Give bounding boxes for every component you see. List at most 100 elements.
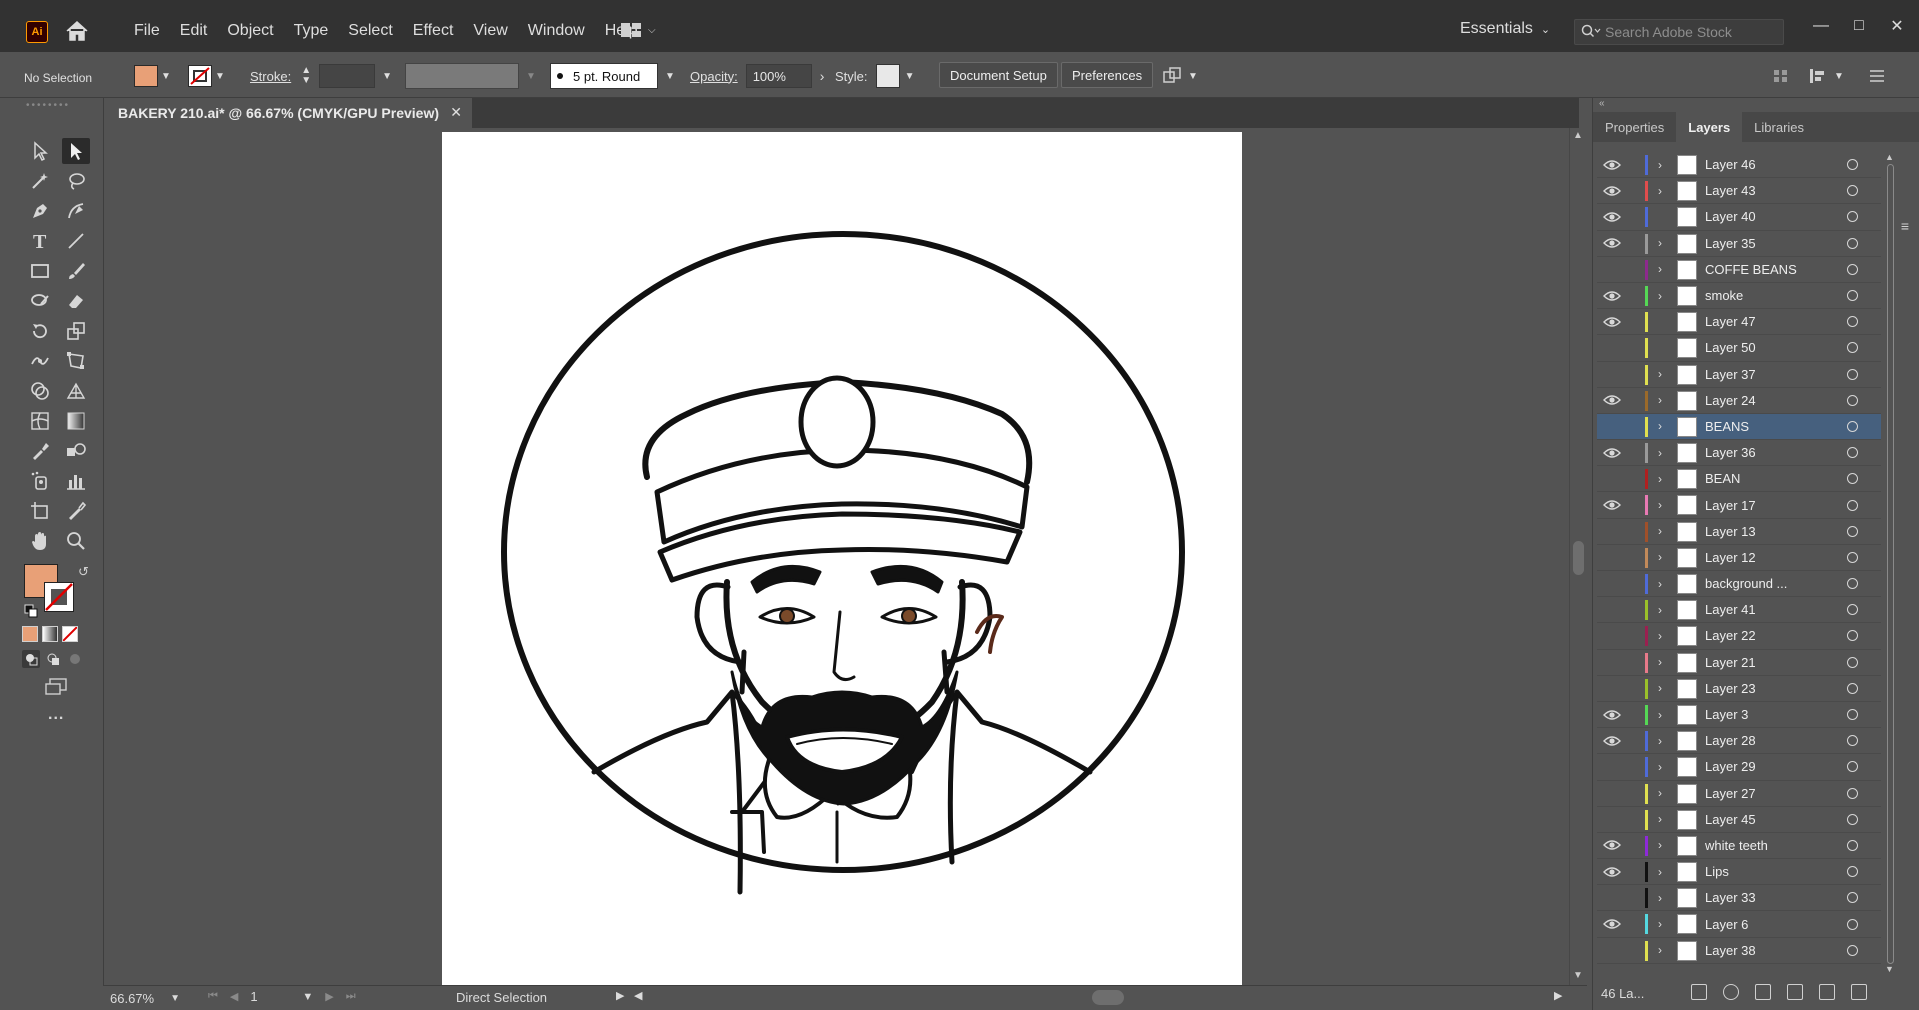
visibility-toggle[interactable] (1603, 630, 1621, 642)
eye-icon[interactable] (1603, 290, 1621, 302)
swap-fill-stroke-icon[interactable]: ↺ (78, 564, 92, 579)
layer-name[interactable]: BEAN (1705, 471, 1740, 486)
artboard-number[interactable]: 1 (250, 989, 290, 1004)
chevron-right-icon[interactable]: › (1658, 786, 1662, 800)
layer-name[interactable]: Layer 36 (1705, 445, 1756, 460)
eye-icon[interactable] (1603, 316, 1621, 328)
layer-row[interactable]: › Layer 37 (1597, 362, 1881, 388)
layer-row[interactable]: Layer 40 (1597, 204, 1881, 231)
scroll-left-icon[interactable]: ◀ (634, 989, 642, 1002)
chevron-right-icon[interactable]: › (1658, 236, 1662, 250)
pen-tool-icon[interactable] (26, 198, 54, 224)
column-graph-tool-icon[interactable] (62, 468, 90, 494)
variable-width-profile[interactable]: ▼ (405, 63, 539, 89)
chevron-right-icon[interactable]: › (1658, 917, 1662, 931)
blend-tool-icon[interactable] (62, 438, 90, 464)
menu-select[interactable]: Select (338, 20, 402, 42)
draw-normal-icon[interactable] (22, 650, 40, 668)
chevron-right-icon[interactable]: › (1658, 419, 1662, 433)
shaper-tool-icon[interactable] (26, 288, 54, 314)
chevron-right-icon[interactable]: › (1658, 891, 1662, 905)
layer-row[interactable]: › Layer 22 (1597, 623, 1881, 650)
brush-definition[interactable]: 5 pt. Round ▼ (550, 63, 678, 89)
previous-artboard-icon[interactable]: ◀ (230, 990, 238, 1003)
arrange-icon[interactable]: ▼ (1162, 64, 1198, 88)
align-icon[interactable] (1772, 64, 1790, 88)
layer-row[interactable]: › smoke (1597, 283, 1881, 310)
home-icon[interactable] (64, 20, 90, 42)
layer-target-icon[interactable] (1847, 394, 1858, 406)
layer-target-icon[interactable] (1847, 237, 1858, 249)
scroll-up-icon[interactable]: ▲ (1573, 130, 1583, 141)
layer-target-icon[interactable] (1847, 185, 1858, 197)
fill-control[interactable]: ▼ (134, 64, 174, 88)
layer-name[interactable]: Layer 12 (1705, 550, 1756, 565)
draw-inside-icon[interactable] (66, 650, 84, 668)
selection-tool-icon[interactable] (26, 138, 54, 164)
tab-properties[interactable]: Properties (1593, 112, 1676, 142)
scroll-down-icon[interactable]: ▼ (1573, 970, 1583, 981)
layer-name[interactable]: Layer 17 (1705, 498, 1756, 513)
preferences-button[interactable]: Preferences (1061, 62, 1154, 88)
new-sublayer-icon[interactable] (1787, 984, 1803, 1000)
rotate-tool-icon[interactable] (26, 318, 54, 344)
layer-target-icon[interactable] (1847, 866, 1858, 878)
next-artboard-icon[interactable]: ▶ (325, 990, 333, 1003)
export-icon[interactable] (1691, 984, 1707, 1000)
layer-row[interactable]: › BEANS (1597, 413, 1881, 441)
layer-row[interactable]: › Layer 43 (1597, 178, 1881, 205)
chevron-down-icon[interactable]: ▼ (662, 65, 678, 87)
layer-target-icon[interactable] (1847, 604, 1858, 616)
layer-target-icon[interactable] (1847, 735, 1858, 747)
artboard[interactable] (442, 132, 1242, 985)
visibility-toggle[interactable] (1603, 761, 1621, 773)
opacity-control[interactable]: Opacity: 100% › (690, 64, 824, 88)
opacity-field[interactable]: 100% (745, 64, 812, 88)
layer-row[interactable]: › white teeth (1597, 833, 1881, 860)
shape-builder-tool-icon[interactable] (26, 378, 54, 404)
style-swatch[interactable] (875, 64, 900, 88)
chevron-down-icon[interactable]: ▼ (158, 65, 174, 87)
chevron-right-icon[interactable]: › (1658, 708, 1662, 722)
layer-name[interactable]: Layer 27 (1705, 786, 1756, 801)
stroke-weight-control[interactable]: Stroke: ▲ ▼ ▼ (250, 64, 395, 88)
eye-icon[interactable] (1603, 447, 1621, 459)
layer-row[interactable]: › Layer 28 (1597, 728, 1881, 755)
line-segment-tool-icon[interactable] (62, 228, 90, 254)
layer-row[interactable]: › BEAN (1597, 466, 1881, 493)
layer-name[interactable]: Layer 6 (1705, 917, 1748, 932)
screen-mode-icon[interactable] (44, 678, 68, 696)
stroke-label[interactable]: Stroke: (250, 69, 291, 84)
layer-row[interactable]: › Layer 6 (1597, 911, 1881, 938)
chevron-right-icon[interactable]: › (820, 68, 825, 84)
panel-grip[interactable]: •••••••• (26, 100, 86, 111)
layer-row[interactable]: › Layer 36 (1597, 440, 1881, 467)
stroke-none-icon[interactable] (188, 65, 212, 87)
layer-name[interactable]: Layer 43 (1705, 183, 1756, 198)
layer-row[interactable]: › Lips (1597, 859, 1881, 886)
perspective-grid-tool-icon[interactable] (62, 378, 90, 404)
layer-target-icon[interactable] (1847, 342, 1858, 354)
chevron-down-icon[interactable]: ▼ (212, 65, 228, 87)
workspace-switcher[interactable]: Essentials ⌄ (1460, 20, 1550, 38)
distribute-icon[interactable]: ▼ (1808, 64, 1844, 88)
scroll-down-icon[interactable]: ▼ (1885, 964, 1894, 974)
layer-target-icon[interactable] (1847, 473, 1858, 485)
visibility-toggle[interactable] (1603, 604, 1621, 616)
layer-target-icon[interactable] (1847, 682, 1858, 694)
layer-name[interactable]: Layer 23 (1705, 681, 1756, 696)
chevron-right-icon[interactable]: › (1658, 158, 1662, 172)
default-colors-icon[interactable] (24, 604, 38, 618)
chevron-down-icon[interactable]: ▼ (379, 65, 395, 87)
layer-name[interactable]: Layer 35 (1705, 236, 1756, 251)
close-icon[interactable]: ✕ (450, 104, 462, 121)
layer-name[interactable]: Layer 33 (1705, 890, 1756, 905)
chevron-right-icon[interactable]: › (1658, 734, 1662, 748)
paintbrush-tool-icon[interactable] (62, 258, 90, 284)
mesh-tool-icon[interactable] (26, 408, 54, 434)
scroll-up-icon[interactable]: ▲ (1885, 152, 1894, 162)
zoom-tool-icon[interactable] (62, 528, 90, 554)
layer-row[interactable]: › COFFE BEANS (1597, 257, 1881, 283)
eye-icon[interactable] (1603, 185, 1621, 197)
layer-target-icon[interactable] (1847, 420, 1858, 432)
